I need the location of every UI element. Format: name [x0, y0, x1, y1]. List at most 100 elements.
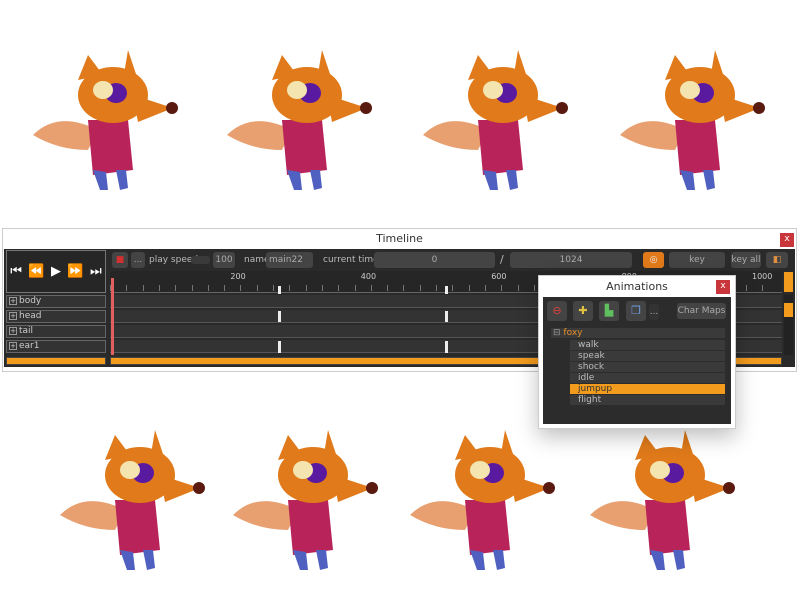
ruler-label: 400 [360, 272, 377, 281]
timeline-close-button[interactable]: x [780, 233, 794, 247]
ruler-tick [403, 285, 405, 291]
time-separator: / [500, 253, 504, 266]
ruler-tick [745, 285, 747, 291]
fast-forward-icon[interactable]: ⏩ [67, 264, 83, 279]
animation-item-shock[interactable]: shock [570, 362, 725, 372]
ruler-label: 600 [491, 272, 507, 281]
current-time-label: current time: [323, 255, 382, 265]
end-time-input[interactable]: 1024 [510, 252, 632, 268]
loop-icon: ◎ [649, 255, 658, 265]
magnet-icon: ■ [115, 255, 125, 265]
skip-to-end-icon[interactable]: ⏭ [90, 264, 102, 279]
ruler-tick [305, 285, 307, 291]
animations-close-button[interactable]: x [716, 280, 730, 294]
track-head[interactable]: + head [6, 310, 106, 323]
keyframe-marker[interactable] [444, 341, 448, 353]
name-input[interactable]: main22 [266, 252, 313, 268]
ruler-tick [207, 285, 209, 291]
rewind-icon[interactable]: ⏪ [28, 264, 44, 279]
fox-character-frame-3 [418, 50, 568, 200]
ruler-tick [533, 285, 535, 291]
ruler-tick [126, 285, 128, 291]
keyframe-marker[interactable] [278, 286, 282, 294]
ruler-tick [517, 285, 519, 291]
transport-controls: ⏮ ⏪ ▶ ⏩ ⏭ [6, 250, 106, 293]
add-character-button[interactable]: ✚ [573, 301, 593, 321]
ruler-tick [452, 285, 454, 291]
ruler-tick [273, 285, 274, 291]
keyframe-marker[interactable] [278, 311, 282, 322]
current-time-input[interactable]: 0 [374, 252, 495, 268]
timeline-title: Timeline [376, 232, 423, 245]
ruler-tick [468, 285, 470, 291]
expand-icon[interactable]: + [9, 312, 17, 320]
fox-character-frame-1 [28, 50, 178, 200]
ruler-tick [419, 285, 421, 291]
copy-animation-button[interactable]: ❐ [626, 301, 646, 321]
track-tail[interactable]: + tail [6, 325, 106, 338]
playhead[interactable] [111, 278, 114, 355]
animation-item-flight[interactable]: flight [570, 395, 725, 405]
animation-item-jumpup[interactable]: jumpup [570, 384, 725, 394]
tree-root-foxy[interactable]: ⊟ foxy [551, 328, 725, 338]
ruler-tick [354, 285, 356, 291]
keyframe-marker[interactable] [444, 286, 448, 294]
ruler-tick [484, 285, 486, 291]
fox-character-frame-2 [222, 50, 372, 200]
animations-title: Animations [606, 280, 668, 293]
copy-icon: ❐ [631, 304, 641, 317]
expand-icon[interactable]: + [9, 327, 17, 335]
ruler-tick [289, 285, 291, 291]
ruler-tick [338, 285, 340, 291]
loop-button[interactable]: ◎ [643, 252, 664, 268]
delete-animation-button[interactable]: ⊖ [547, 301, 567, 321]
ruler-tick [762, 285, 763, 291]
ruler-tick [501, 285, 503, 291]
track-scrollbar-vertical[interactable] [784, 295, 793, 355]
ruler-tick [224, 285, 226, 291]
fox-character-frame-8 [585, 430, 735, 580]
play-icon[interactable]: ▶ [51, 264, 61, 279]
animation-item-walk[interactable]: walk [570, 340, 725, 350]
skip-to-start-icon[interactable]: ⏮ [10, 264, 22, 279]
add-animation-button[interactable]: ▙ [599, 301, 619, 321]
fox-character-frame-4 [615, 50, 765, 200]
magnet-button[interactable]: ■ [112, 252, 128, 268]
ruler-tick [158, 285, 160, 291]
ruler-tick [142, 285, 144, 291]
tracks-list-scrollbar[interactable] [6, 357, 106, 365]
animations-more-button[interactable]: ... [649, 304, 659, 320]
ruler-label: 1000 [752, 272, 773, 281]
ruler-scrollbar[interactable] [784, 272, 793, 292]
collapse-icon[interactable]: ⊟ [553, 328, 561, 338]
animation-item-speak[interactable]: speak [570, 351, 725, 361]
ruler-tick [321, 285, 323, 291]
ruler-tick [175, 285, 177, 291]
add-character-icon: ✚ [578, 304, 588, 317]
track-body[interactable]: + body [6, 295, 106, 308]
fox-character-frame-6 [228, 430, 378, 580]
play-speed-input[interactable]: 100 [213, 252, 235, 268]
more-button[interactable]: ... [131, 252, 145, 268]
key-selected-button[interactable]: key selected [669, 252, 725, 281]
track-ear1[interactable]: + ear1 [6, 340, 106, 353]
keyframe-marker[interactable] [278, 341, 282, 353]
char-maps-button[interactable]: Char Maps [677, 303, 726, 319]
animation-item-idle[interactable]: idle [570, 373, 725, 383]
fox-character-frame-7 [405, 430, 555, 580]
ruler-tick [370, 285, 372, 291]
expand-icon[interactable]: + [9, 297, 17, 305]
ruler-tick [256, 285, 258, 291]
ruler-tick [436, 285, 437, 291]
delete-icon: ⊖ [552, 304, 562, 317]
play-speed-slider[interactable] [191, 256, 210, 264]
sound-button[interactable]: ◧ [766, 252, 788, 268]
ruler-tick [191, 285, 193, 291]
expand-icon[interactable]: + [9, 342, 17, 350]
ruler-label: 200 [230, 272, 246, 281]
keyframe-marker[interactable] [444, 311, 448, 322]
ruler-tick [387, 285, 389, 291]
fox-character-frame-5 [55, 430, 205, 580]
add-animation-icon: ▙ [604, 304, 614, 317]
key-all-button[interactable]: key all [731, 252, 761, 268]
